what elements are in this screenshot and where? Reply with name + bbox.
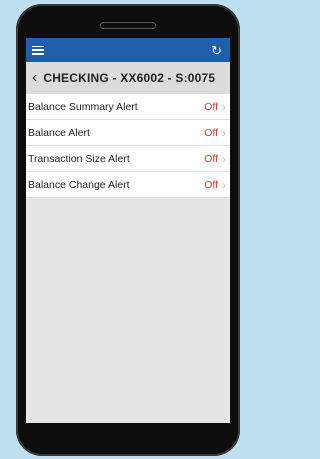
alert-row-balance-summary[interactable]: Balance Summary Alert Off › <box>26 94 230 120</box>
alert-status: Off <box>204 178 218 191</box>
phone-frame: ↻ ‹ CHECKING - XX6002 - S:0075 Balance S… <box>16 4 240 456</box>
app-screen: ↻ ‹ CHECKING - XX6002 - S:0075 Balance S… <box>26 38 230 423</box>
chevron-left-icon[interactable]: ‹ <box>32 69 37 87</box>
refresh-icon[interactable]: ↻ <box>211 44 222 57</box>
alert-label: Transaction Size Alert <box>28 152 130 165</box>
page-title: CHECKING - XX6002 - S:0075 <box>43 71 216 85</box>
alert-status: Off <box>204 100 218 113</box>
phone-speaker <box>100 22 156 29</box>
alert-row-balance[interactable]: Balance Alert Off › <box>26 120 230 146</box>
alert-row-transaction-size[interactable]: Transaction Size Alert Off › <box>26 146 230 172</box>
alerts-list: Balance Summary Alert Off › Balance Aler… <box>26 94 230 198</box>
alert-row-balance-change[interactable]: Balance Change Alert Off › <box>26 172 230 198</box>
alert-status: Off <box>204 152 218 165</box>
chevron-right-icon: › <box>222 177 226 192</box>
hamburger-icon[interactable] <box>32 45 44 55</box>
chevron-right-icon: › <box>222 151 226 166</box>
alert-label: Balance Summary Alert <box>28 100 138 113</box>
top-bar: ↻ <box>26 38 230 62</box>
chevron-right-icon: › <box>222 125 226 140</box>
chevron-right-icon: › <box>222 99 226 114</box>
alert-status: Off <box>204 126 218 139</box>
alert-label: Balance Change Alert <box>28 178 130 191</box>
page-header: ‹ CHECKING - XX6002 - S:0075 <box>26 62 230 94</box>
alert-label: Balance Alert <box>28 126 90 139</box>
